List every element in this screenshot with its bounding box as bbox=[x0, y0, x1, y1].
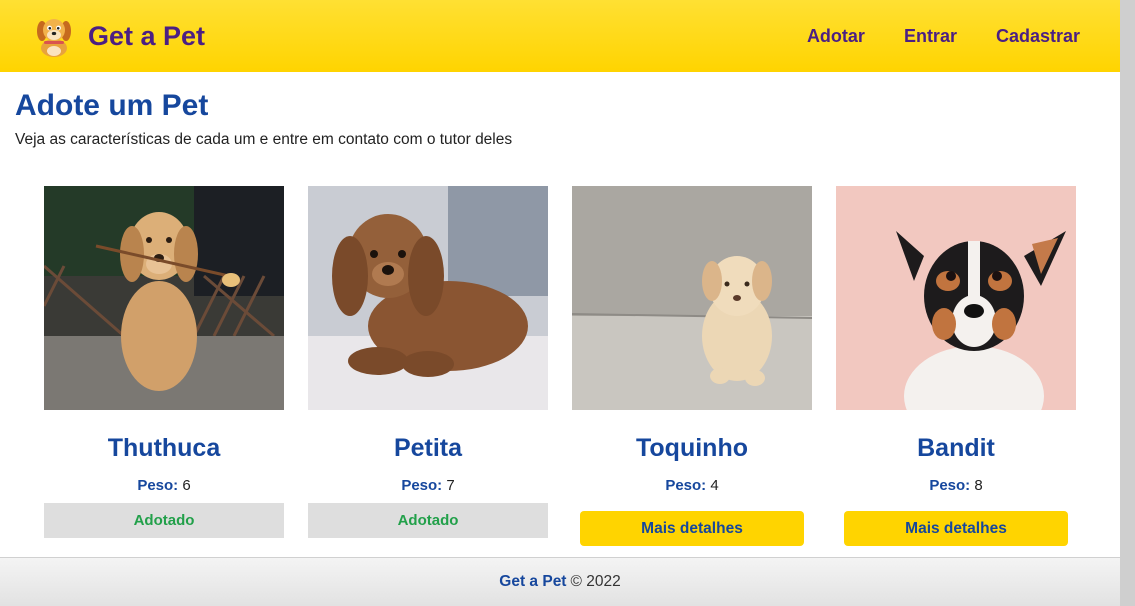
pet-name: Thuthuca bbox=[107, 434, 221, 462]
page-heading: Adote um Pet Veja as características de … bbox=[15, 89, 512, 149]
pet-card: Bandit Peso: 8 Mais detalhes bbox=[836, 186, 1076, 546]
page-subtitle: Veja as características de cada um e ent… bbox=[15, 131, 513, 148]
pet-weight: Peso: 8 bbox=[929, 477, 982, 495]
adopted-badge: Adotado bbox=[308, 503, 548, 538]
pet-weight: Peso: 6 bbox=[137, 477, 190, 495]
pet-card: Petita Peso: 7 Adotado bbox=[308, 186, 548, 546]
weight-label: Peso: bbox=[401, 477, 443, 494]
dog-logo-icon bbox=[37, 19, 71, 57]
pet-name: Toquinho bbox=[636, 434, 748, 462]
pet-photo bbox=[44, 186, 284, 410]
weight-value: 6 bbox=[182, 477, 191, 494]
weight-label: Peso: bbox=[929, 477, 971, 494]
brand[interactable]: Get a Pet bbox=[34, 15, 205, 57]
pet-photo bbox=[308, 186, 548, 410]
footer: Get a Pet © 2022 bbox=[0, 557, 1120, 606]
brand-name: Get a Pet bbox=[88, 20, 206, 51]
pet-weight: Peso: 7 bbox=[401, 477, 454, 495]
footer-copyright: © 2022 bbox=[570, 573, 621, 590]
page-title: Adote um Pet bbox=[15, 89, 209, 122]
pet-card: Thuthuca Peso: 6 Adotado bbox=[44, 186, 284, 546]
weight-label: Peso: bbox=[665, 477, 707, 494]
pet-name: Bandit bbox=[917, 434, 995, 462]
details-button[interactable]: Mais detalhes bbox=[844, 511, 1068, 546]
weight-label: Peso: bbox=[137, 477, 179, 494]
nav-links: Adotar Entrar Cadastrar bbox=[807, 26, 1080, 47]
nav-link-entrar[interactable]: Entrar bbox=[904, 26, 957, 47]
nav-link-adotar[interactable]: Adotar bbox=[807, 26, 865, 47]
weight-value: 8 bbox=[974, 477, 983, 494]
pet-weight: Peso: 4 bbox=[665, 477, 718, 495]
footer-brand: Get a Pet bbox=[499, 573, 567, 590]
pet-photo bbox=[572, 186, 812, 410]
navbar: Get a Pet Adotar Entrar Cadastrar bbox=[0, 0, 1120, 72]
pet-name: Petita bbox=[393, 434, 463, 462]
weight-value: 4 bbox=[710, 477, 719, 494]
pet-photo bbox=[836, 186, 1076, 410]
pet-card: Toquinho Peso: 4 Mais detalhes bbox=[572, 186, 812, 546]
weight-value: 7 bbox=[446, 477, 455, 494]
adopted-badge: Adotado bbox=[44, 503, 284, 538]
details-button[interactable]: Mais detalhes bbox=[580, 511, 804, 546]
nav-link-cadastrar[interactable]: Cadastrar bbox=[996, 26, 1080, 47]
vertical-scrollbar[interactable] bbox=[1120, 0, 1135, 606]
pet-list: Thuthuca Peso: 6 Adotado Petita Peso: 7 … bbox=[44, 186, 1076, 546]
